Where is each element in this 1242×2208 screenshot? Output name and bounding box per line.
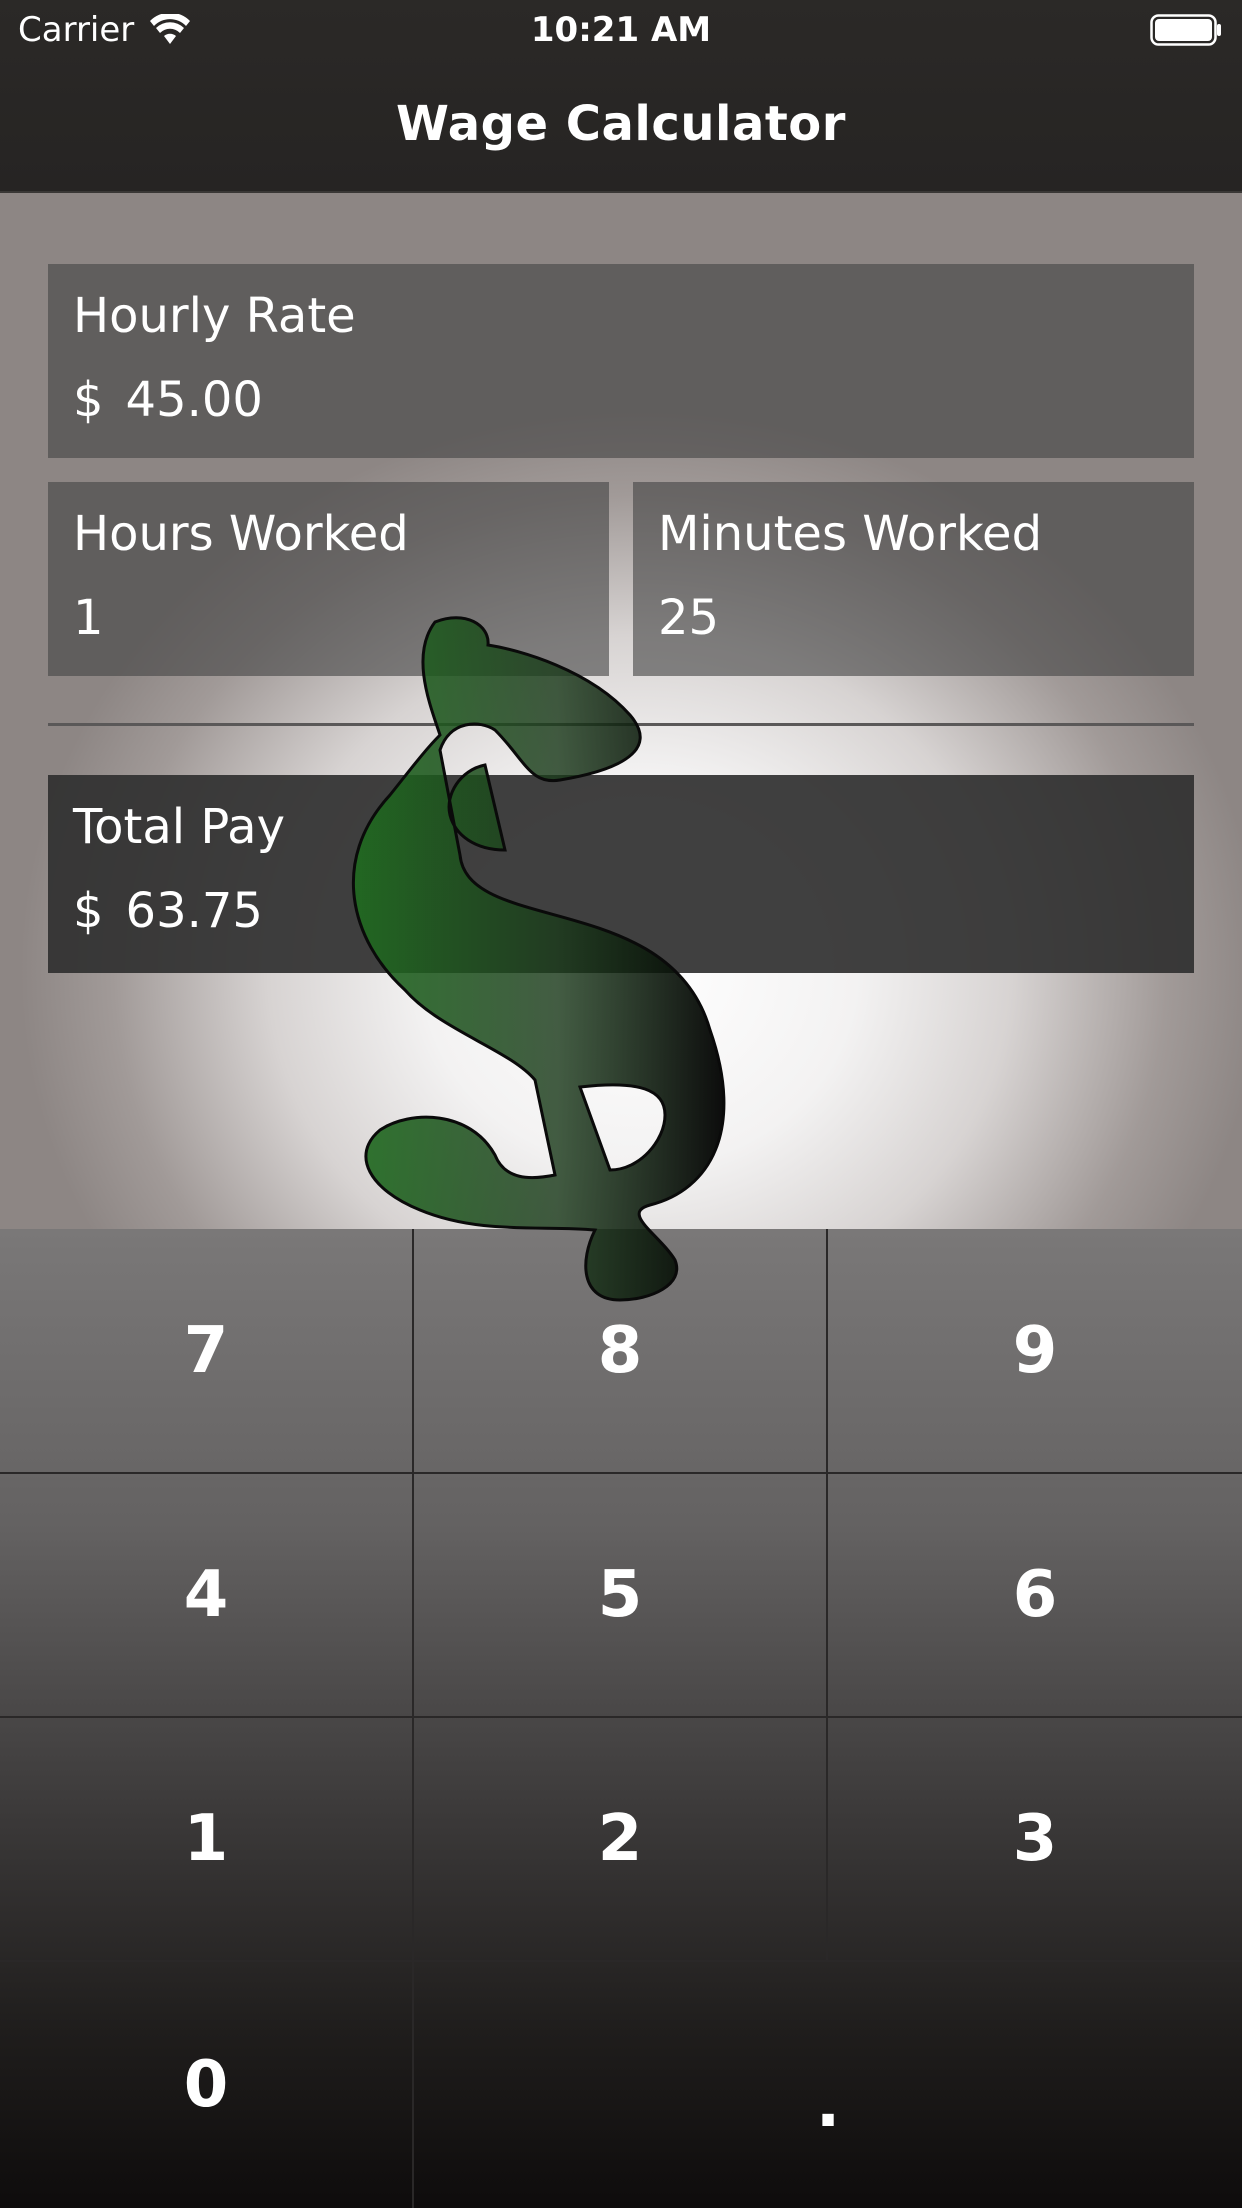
page-title: Wage Calculator bbox=[396, 96, 846, 152]
hours-worked-value[interactable]: 1 bbox=[73, 590, 104, 646]
minutes-worked-value[interactable]: 25 bbox=[658, 590, 719, 646]
key-0[interactable]: 0 bbox=[0, 1962, 414, 2208]
key-9[interactable]: 9 bbox=[828, 1229, 1242, 1474]
minutes-worked-field[interactable]: Minutes Worked 25 bbox=[633, 482, 1194, 676]
hours-worked-field[interactable]: Hours Worked 1 bbox=[48, 482, 609, 676]
key-4[interactable]: 4 bbox=[0, 1474, 414, 1718]
currency-symbol: $ bbox=[73, 372, 104, 428]
key-5[interactable]: 5 bbox=[414, 1474, 828, 1718]
currency-symbol: $ bbox=[73, 883, 104, 939]
wage-calculator-screen: Carrier 10:21 AM Wage Calculator Hourly … bbox=[0, 0, 1242, 2208]
key-1[interactable]: 1 bbox=[0, 1718, 414, 1962]
hours-worked-label: Hours Worked bbox=[73, 506, 409, 562]
total-pay-value: $63.75 bbox=[73, 883, 263, 939]
status-bar: Carrier 10:21 AM bbox=[0, 0, 1242, 60]
key-3[interactable]: 3 bbox=[828, 1718, 1242, 1962]
key-8[interactable]: 8 bbox=[414, 1229, 828, 1474]
divider bbox=[48, 723, 1194, 726]
hourly-rate-value[interactable]: $45.00 bbox=[73, 372, 263, 428]
key-2[interactable]: 2 bbox=[414, 1718, 828, 1962]
hourly-rate-field[interactable]: Hourly Rate $45.00 bbox=[48, 264, 1194, 458]
hourly-rate-label: Hourly Rate bbox=[73, 288, 356, 344]
key-6[interactable]: 6 bbox=[828, 1474, 1242, 1718]
total-pay-field: Total Pay $63.75 bbox=[48, 775, 1194, 973]
navigation-bar: Carrier 10:21 AM Wage Calculator bbox=[0, 0, 1242, 193]
clock: 10:21 AM bbox=[530, 10, 712, 50]
minutes-worked-label: Minutes Worked bbox=[658, 506, 1043, 562]
number-keypad: 7 8 9 4 5 6 1 2 3 0 . bbox=[0, 1229, 1242, 2208]
key-7[interactable]: 7 bbox=[0, 1229, 414, 1474]
key-decimal[interactable]: . bbox=[414, 1962, 1242, 2208]
battery-icon bbox=[1150, 14, 1221, 46]
hourly-rate-amount: 45.00 bbox=[125, 372, 263, 428]
total-pay-label: Total Pay bbox=[73, 799, 285, 855]
total-pay-amount: 63.75 bbox=[125, 883, 263, 939]
